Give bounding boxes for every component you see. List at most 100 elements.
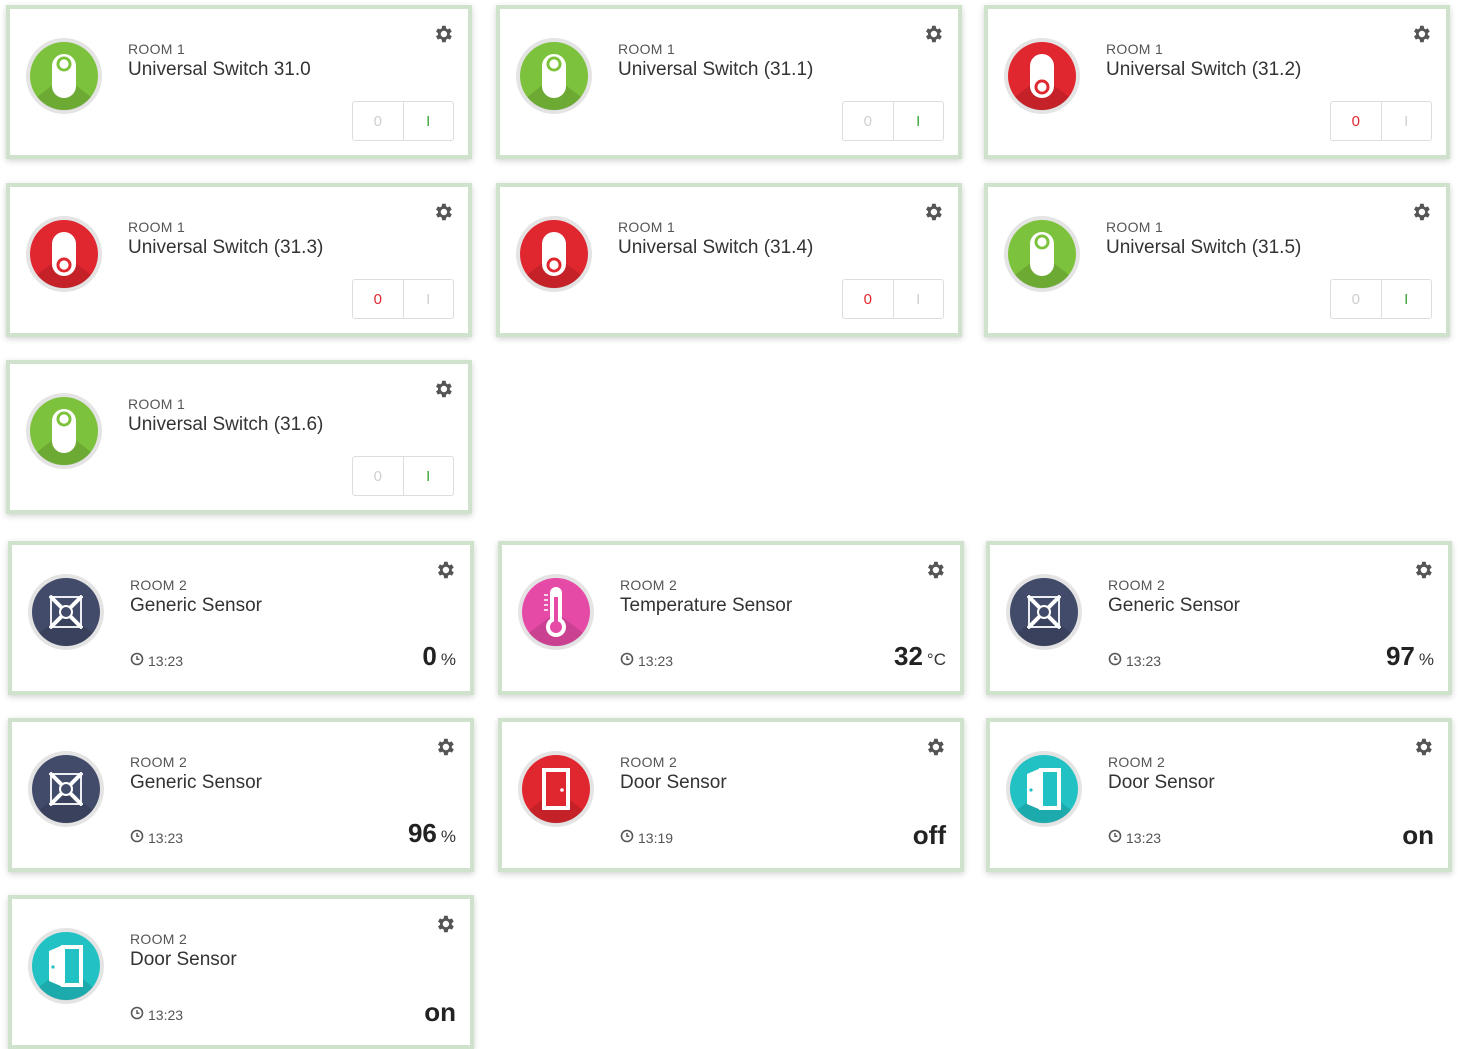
switch-toggle: 0I	[352, 279, 454, 319]
device-title: Generic Sensor	[130, 595, 263, 616]
switch-card: ROOM 1 Universal Switch (31.2) 0 I	[984, 5, 1450, 159]
gear-icon[interactable]	[1412, 559, 1434, 581]
door-closed-icon	[517, 750, 595, 828]
gear-icon[interactable]	[434, 913, 456, 935]
value-number: 0	[422, 641, 437, 671]
last-update: 13:23	[130, 1006, 183, 1023]
gear-icon[interactable]	[1410, 201, 1432, 223]
device-title: Temperature Sensor	[620, 595, 793, 616]
room-label: ROOM 1	[618, 219, 676, 235]
gear-icon[interactable]	[432, 201, 454, 223]
timestamp: 13:23	[148, 1006, 184, 1023]
gear-icon[interactable]	[922, 201, 944, 223]
toggle-on-button[interactable]: I	[892, 102, 944, 140]
switch-off-icon	[515, 215, 593, 293]
toggle-on-button[interactable]: I	[402, 102, 454, 140]
gear-icon[interactable]	[434, 736, 456, 758]
sensor-value: 0%	[422, 641, 456, 672]
switch-toggle: 0I	[352, 456, 454, 496]
room-label: ROOM 1	[128, 396, 186, 412]
value-unit: %	[440, 827, 456, 846]
device-title: Universal Switch (31.3)	[128, 237, 324, 258]
switch-toggle: 0I	[1330, 279, 1432, 319]
door-open-icon	[27, 927, 105, 1005]
last-update: 13:23	[1108, 829, 1161, 846]
gear-icon[interactable]	[922, 23, 944, 45]
value-unit: °C	[926, 650, 946, 669]
generic-sensor-icon	[1005, 573, 1083, 651]
device-title: Universal Switch (31.6)	[128, 414, 324, 435]
switch-off-icon	[25, 215, 103, 293]
switch-card: ROOM 1 Universal Switch (31.5) 0 I	[984, 183, 1450, 337]
room-label: ROOM 2	[620, 754, 678, 770]
thermometer-icon	[517, 573, 595, 651]
clock-icon	[620, 652, 634, 669]
timestamp: 13:19	[638, 829, 674, 846]
last-update: 13:23	[1108, 652, 1161, 669]
device-title: Universal Switch (31.4)	[618, 237, 814, 258]
room-label: ROOM 2	[130, 754, 188, 770]
gear-icon[interactable]	[1412, 736, 1434, 758]
room-label: ROOM 2	[130, 931, 188, 947]
clock-icon	[130, 1006, 144, 1023]
toggle-on-button[interactable]: I	[892, 280, 944, 318]
toggle-on-button[interactable]: I	[402, 280, 454, 318]
toggle-off-button[interactable]: 0	[353, 457, 403, 495]
toggle-off-button[interactable]: 0	[1331, 102, 1381, 140]
sensor-card: ROOM 2 Generic Sensor 13:23 0%	[8, 541, 474, 695]
switch-toggle: 0I	[352, 101, 454, 141]
gear-icon[interactable]	[432, 378, 454, 400]
last-update: 13:23	[130, 652, 183, 669]
toggle-off-button[interactable]: 0	[353, 102, 403, 140]
clock-icon	[1108, 652, 1122, 669]
last-update: 13:23	[130, 829, 183, 846]
last-update: 13:19	[620, 829, 673, 846]
sensor-card: ROOM 2 Generic Sensor 13:23 97%	[986, 541, 1452, 695]
value-number: on	[424, 997, 456, 1027]
switch-on-icon	[25, 392, 103, 470]
room-label: ROOM 1	[1106, 219, 1164, 235]
toggle-on-button[interactable]: I	[1380, 280, 1432, 318]
sensor-card: ROOM 2 Door Sensor 13:23 on	[986, 718, 1452, 872]
gear-icon[interactable]	[1410, 23, 1432, 45]
last-update: 13:23	[620, 652, 673, 669]
toggle-off-button[interactable]: 0	[843, 102, 893, 140]
gear-icon[interactable]	[924, 559, 946, 581]
switch-card: ROOM 1 Universal Switch (31.4) 0 I	[496, 183, 962, 337]
value-number: 96	[407, 818, 437, 848]
sensor-card: ROOM 2 Generic Sensor 13:23 96%	[8, 718, 474, 872]
switch-toggle: 0I	[842, 279, 944, 319]
sensor-value: 32 °C	[894, 641, 946, 672]
value-number: off	[912, 820, 946, 850]
toggle-on-button[interactable]: I	[1380, 102, 1432, 140]
gear-icon[interactable]	[924, 736, 946, 758]
room-label: ROOM 1	[128, 219, 186, 235]
switch-on-icon	[1003, 215, 1081, 293]
toggle-off-button[interactable]: 0	[1331, 280, 1381, 318]
generic-sensor-icon	[27, 750, 105, 828]
switch-card: ROOM 1 Universal Switch (31.6) 0 I	[6, 360, 472, 514]
device-title: Generic Sensor	[1108, 595, 1241, 616]
device-title: Door Sensor	[620, 772, 727, 793]
sensor-value: on	[1402, 820, 1434, 851]
switch-toggle: 0I	[1330, 101, 1432, 141]
sensor-card: ROOM 2 Temperature Sensor 13:23 32 °C	[498, 541, 964, 695]
value-unit: %	[440, 650, 456, 669]
room-label: ROOM 2	[130, 577, 188, 593]
room-label: ROOM 1	[618, 41, 676, 57]
sensor-card: ROOM 2 Door Sensor 13:19 off	[498, 718, 964, 872]
sensor-card: ROOM 2 Door Sensor 13:23 on	[8, 895, 474, 1049]
device-title: Door Sensor	[130, 949, 237, 970]
toggle-off-button[interactable]: 0	[353, 280, 403, 318]
toggle-on-button[interactable]: I	[402, 457, 454, 495]
switch-card: ROOM 1 Universal Switch (31.1) 0 I	[496, 5, 962, 159]
switch-on-icon	[515, 37, 593, 115]
door-open-icon	[1005, 750, 1083, 828]
switch-off-icon	[1003, 37, 1081, 115]
gear-icon[interactable]	[432, 23, 454, 45]
switch-card: ROOM 1 Universal Switch 31.0 0 I	[6, 5, 472, 159]
toggle-off-button[interactable]: 0	[843, 280, 893, 318]
timestamp: 13:23	[148, 652, 184, 669]
room-label: ROOM 2	[620, 577, 678, 593]
gear-icon[interactable]	[434, 559, 456, 581]
